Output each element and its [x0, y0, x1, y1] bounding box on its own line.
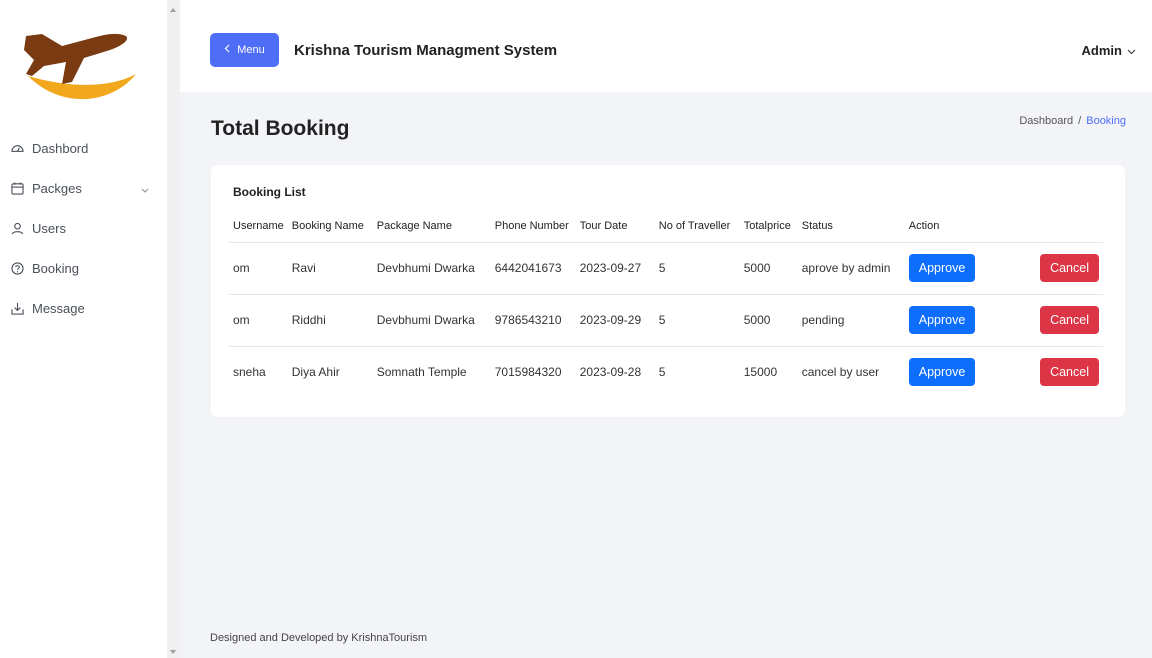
column-header: Action — [904, 210, 980, 243]
top-header: Menu Krishna Tourism Managment System Ad… — [180, 0, 1152, 92]
cell-action: Approve — [905, 346, 980, 398]
cell-package-name: Devbhumi Dwarka — [372, 294, 491, 347]
cell-status: aprove by admin — [797, 242, 905, 295]
cell-phone: 9786543210 — [490, 294, 576, 347]
cell-package-name: Somnath Temple — [376, 365, 467, 380]
app-title: Krishna Tourism Managment System — [294, 42, 558, 59]
airplane-logo — [24, 33, 136, 100]
calendar-icon — [10, 181, 24, 195]
chevron-down-icon — [1127, 43, 1136, 58]
breadcrumb-dashboard-link[interactable]: Dashboard — [1019, 115, 1073, 127]
cell-booking-name: Ravi — [287, 242, 373, 295]
cancel-button[interactable]: Cancel — [1040, 254, 1099, 282]
cell-phone: 6442041673 — [490, 242, 576, 295]
sidebar-item-packages[interactable]: Packges — [0, 168, 167, 208]
cell-status: cancel by user — [801, 365, 880, 380]
table-row: sneha Diya Ahir Somnath Temple 701598432… — [229, 346, 1103, 398]
cell-status: pending — [797, 294, 905, 347]
cell-cancel: Cancel — [979, 294, 1103, 347]
approve-button[interactable]: Approve — [908, 254, 976, 282]
cell-tour-date: 2023-09-27 — [575, 242, 655, 295]
menu-button[interactable]: Menu — [210, 33, 279, 67]
cell-tour-date: 2023-09-28 — [579, 365, 642, 380]
breadcrumb-separator: / — [1078, 115, 1082, 127]
menu-button-label: Menu — [237, 44, 265, 56]
sidebar-item-label: Booking — [32, 260, 79, 276]
cell-action: Approve — [904, 294, 980, 347]
card-title: Booking List — [233, 185, 306, 199]
cell-travellers: 5 — [658, 365, 666, 380]
column-header: Booking Name — [287, 210, 373, 243]
approve-button[interactable]: Approve — [908, 306, 976, 334]
admin-dropdown[interactable]: Admin — [1082, 43, 1136, 58]
column-header: Username — [229, 210, 288, 243]
cell-tour-date: 2023-09-29 — [575, 294, 655, 347]
cell-travellers: 5 — [654, 242, 740, 295]
admin-label: Admin — [1081, 43, 1122, 58]
table-row: om Ravi Devbhumi Dwarka 6442041673 2023-… — [229, 242, 1103, 295]
dashboard-icon — [10, 141, 24, 155]
cell-action: Approve — [904, 242, 980, 295]
cell-booking-name: Riddhi — [287, 294, 373, 347]
cell-booking-name: Diya Ahir — [291, 365, 340, 380]
cell-total-price: 5000 — [739, 294, 798, 347]
user-icon — [10, 221, 24, 235]
sidebar: Dashbord Packges Users Booking Message — [0, 0, 167, 658]
cell-total-price: 5000 — [739, 242, 798, 295]
cancel-button[interactable]: Cancel — [1040, 358, 1099, 387]
sidebar-item-label: Dashbord — [32, 140, 89, 156]
download-icon — [10, 301, 24, 315]
cell-package-name: Devbhumi Dwarka — [372, 242, 491, 295]
cell-phone: 7015984320 — [494, 365, 562, 380]
breadcrumb: Dashboard / Booking — [1019, 115, 1126, 127]
column-header: Phone Number — [490, 210, 576, 243]
sidebar-item-label: Message — [32, 300, 85, 316]
page-title: Total Booking — [211, 117, 350, 140]
scroll-up-arrow-icon[interactable] — [170, 8, 176, 12]
approve-button[interactable]: Approve — [908, 358, 976, 387]
column-header: Tour Date — [575, 210, 655, 243]
cell-travellers: 5 — [654, 294, 740, 347]
chevron-left-icon — [224, 44, 230, 56]
sidebar-item-users[interactable]: Users — [0, 208, 167, 248]
sidebar-item-label: Packges — [32, 180, 82, 196]
column-header-empty — [979, 210, 1103, 243]
column-header: Totalprice — [739, 210, 798, 243]
cell-username: om — [229, 242, 288, 295]
column-header: Package Name — [372, 210, 491, 243]
sidebar-item-dashboard[interactable]: Dashbord — [0, 128, 167, 168]
footer-credit: Designed and Developed by KrishnaTourism — [210, 632, 428, 644]
cell-cancel: Cancel — [979, 346, 1103, 398]
cell-username: om — [229, 294, 288, 347]
cell-username: sneha — [233, 365, 266, 380]
breadcrumb-current: Booking — [1086, 115, 1126, 127]
booking-list-card: Booking List Username Booking Name Packa… — [211, 165, 1125, 417]
table-header-row: Username Booking Name Package Name Phone… — [229, 210, 1103, 243]
sidebar-item-booking[interactable]: Booking — [0, 248, 167, 288]
cancel-button[interactable]: Cancel — [1040, 306, 1099, 334]
scroll-down-arrow-icon[interactable] — [170, 650, 176, 654]
column-header: Status — [797, 210, 905, 243]
sidebar-nav: Dashbord Packges Users Booking Message — [0, 128, 167, 328]
column-header: No of Traveller — [654, 210, 740, 243]
cell-total-price: 15000 — [743, 365, 778, 380]
chevron-down-icon — [141, 182, 149, 197]
table-row: om Riddhi Devbhumi Dwarka 9786543210 202… — [229, 294, 1103, 347]
cell-cancel: Cancel — [979, 242, 1103, 295]
help-circle-icon — [10, 261, 24, 275]
sidebar-item-label: Users — [32, 220, 66, 236]
sidebar-scrollbar[interactable] — [167, 0, 180, 658]
booking-table: Username Booking Name Package Name Phone… — [229, 210, 1103, 398]
sidebar-item-message[interactable]: Message — [0, 288, 167, 328]
